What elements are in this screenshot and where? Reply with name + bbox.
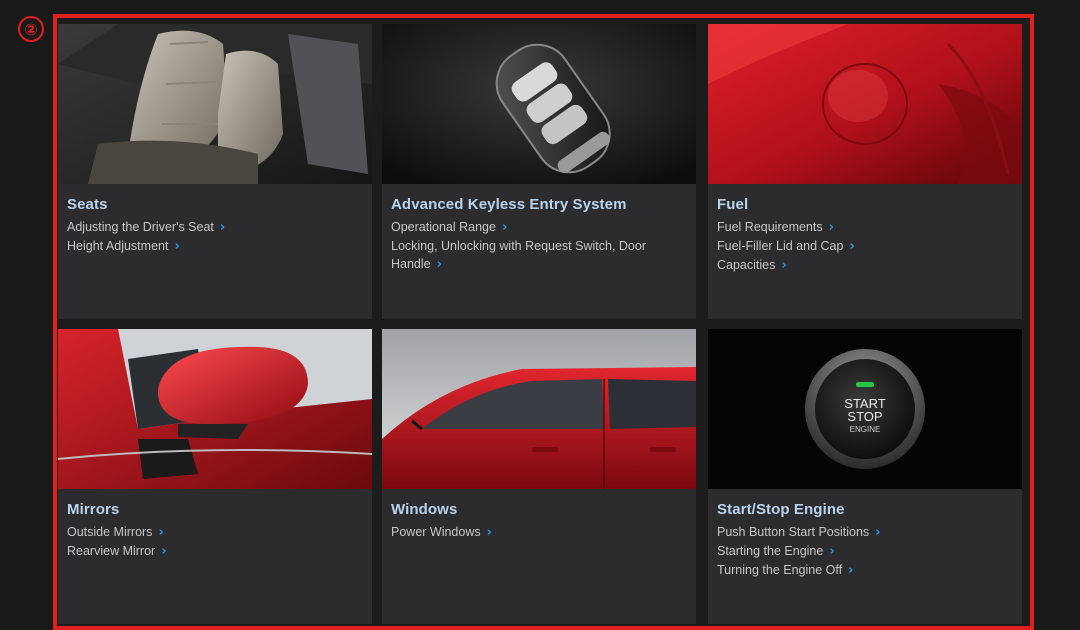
tile-start-stop-engine: START STOP ENGINE Start/Stop Engine Push… <box>708 329 1022 624</box>
link-starting-the-engine[interactable]: Starting the Engine › <box>717 542 1014 561</box>
chevron-right-icon: › <box>875 525 881 540</box>
car-windows-image[interactable] <box>382 329 696 489</box>
link-push-button-start-positions[interactable]: Push Button Start Positions › <box>717 523 1014 542</box>
tile-title: Mirrors <box>67 501 120 518</box>
chevron-right-icon: › <box>849 239 855 254</box>
side-mirror-image[interactable] <box>58 329 372 489</box>
start-stop-button-image[interactable]: START STOP ENGINE <box>708 329 1022 489</box>
chevron-right-icon: › <box>781 258 787 273</box>
fuel-lid-image[interactable] <box>708 24 1022 184</box>
chevron-right-icon: › <box>501 220 508 235</box>
chevron-right-icon: › <box>486 525 492 540</box>
tile-windows: Windows Power Windows › <box>382 329 696 624</box>
chevron-right-icon: › <box>436 257 442 272</box>
tile-title: Windows <box>391 501 458 518</box>
link-adjusting-drivers-seat[interactable]: Adjusting the Driver's Seat › <box>67 218 364 237</box>
chevron-right-icon: › <box>174 239 180 254</box>
chevron-right-icon: › <box>219 220 226 235</box>
chevron-right-icon: › <box>828 220 834 235</box>
link-power-windows[interactable]: Power Windows › <box>391 523 688 542</box>
tile-seats: Seats Adjusting the Driver's Seat › Heigh… <box>58 24 372 319</box>
link-rearview-mirror[interactable]: Rearview Mirror › <box>67 542 364 561</box>
link-capacities[interactable]: Capacities › <box>717 256 1014 275</box>
tile-fuel: Fuel Fuel Requirements › Fuel-Filler Lid … <box>708 24 1022 319</box>
engine-label: ENGINE <box>850 425 881 434</box>
tile-title: Advanced Keyless Entry System <box>391 196 627 213</box>
link-turning-engine-off[interactable]: Turning the Engine Off › <box>717 561 1014 580</box>
tile-mirrors: Mirrors Outside Mirrors › Rearview Mirror… <box>58 329 372 624</box>
link-fuel-requirements[interactable]: Fuel Requirements › <box>717 218 1014 237</box>
annotation-marker: ② <box>18 16 44 42</box>
chevron-right-icon: › <box>848 563 854 578</box>
tile-title: Fuel <box>717 196 749 213</box>
link-height-adjustment[interactable]: Height Adjustment › <box>67 237 364 256</box>
smart-key-image[interactable] <box>382 24 696 184</box>
car-seats-image[interactable] <box>58 24 372 184</box>
tile-title: Start/Stop Engine <box>717 501 845 518</box>
highlight-frame: Seats Adjusting the Driver's Seat › Heigh… <box>53 14 1034 630</box>
stop-label: STOP <box>847 409 882 424</box>
tile-title: Seats <box>67 196 108 213</box>
link-fuel-filler-lid[interactable]: Fuel-Filler Lid and Cap › <box>717 237 1014 256</box>
chevron-right-icon: › <box>161 544 167 559</box>
link-locking-unlocking[interactable]: Locking, Unlocking with Request Switch, … <box>391 237 688 274</box>
link-outside-mirrors[interactable]: Outside Mirrors › <box>67 523 364 542</box>
chevron-right-icon: › <box>158 525 164 540</box>
tile-keyless-entry: Advanced Keyless Entry System Operationa… <box>382 24 696 319</box>
chevron-right-icon: › <box>829 544 835 559</box>
link-operational-range[interactable]: Operational Range › <box>391 218 688 237</box>
